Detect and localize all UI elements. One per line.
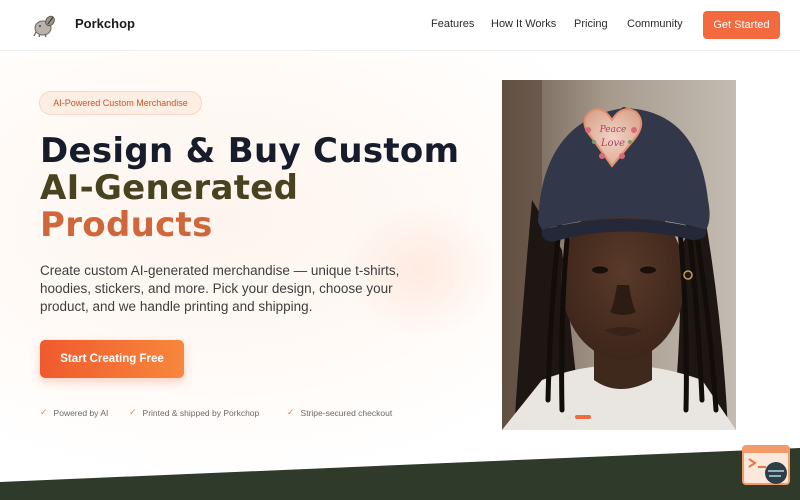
feature-item-checkout: ✓ Stripe-secured checkout [287, 407, 392, 418]
feature-item-ai: ✓ Powered by AI [40, 407, 108, 418]
nav-link-features[interactable]: Features [431, 18, 474, 30]
check-icon: ✓ [40, 407, 48, 417]
brand-name[interactable]: Porkchop [75, 16, 135, 31]
feature-label: Printed & shipped by Porkchop [142, 407, 260, 418]
headline-line-2: AI-Generated [40, 168, 299, 208]
feature-label: Powered by AI [53, 407, 109, 418]
feature-label: Stripe-secured checkout [300, 407, 393, 418]
nav-link-pricing[interactable]: Pricing [574, 18, 608, 30]
svg-text:Love: Love [600, 138, 625, 149]
start-creating-button[interactable]: Start Creating Free [40, 340, 184, 378]
cap-model-illustration: Peace Love [502, 80, 736, 430]
hero-badge: AI-Powered Custom Merchandise [39, 91, 202, 115]
get-started-button[interactable]: Get Started [703, 11, 780, 39]
headline-line-1: Design & Buy Custom [40, 131, 460, 171]
check-icon: ✓ [129, 407, 137, 417]
headline-line-3: Products [40, 205, 213, 245]
svg-text:Peace: Peace [599, 125, 627, 135]
top-navbar: Porkchop Features How It Works Pricing C… [0, 0, 800, 51]
carousel-dot-2-active[interactable] [575, 415, 591, 419]
nav-link-community[interactable]: Community [627, 18, 683, 30]
hero-product-image: Peace Love [502, 80, 736, 430]
support-chat-icon[interactable] [742, 445, 790, 487]
check-icon: ✓ [287, 407, 295, 417]
feature-item-shipping: ✓ Printed & shipped by Porkchop [129, 407, 259, 418]
hero-description: Create custom AI-generated merchandise —… [40, 263, 400, 314]
section-divider [0, 448, 800, 500]
carousel-dot-1[interactable] [566, 415, 571, 419]
hero-headline: Design & Buy Custom AI-Generated Product… [40, 133, 470, 244]
pig-logo-icon[interactable] [31, 13, 57, 39]
nav-link-how-it-works[interactable]: How It Works [491, 18, 556, 30]
